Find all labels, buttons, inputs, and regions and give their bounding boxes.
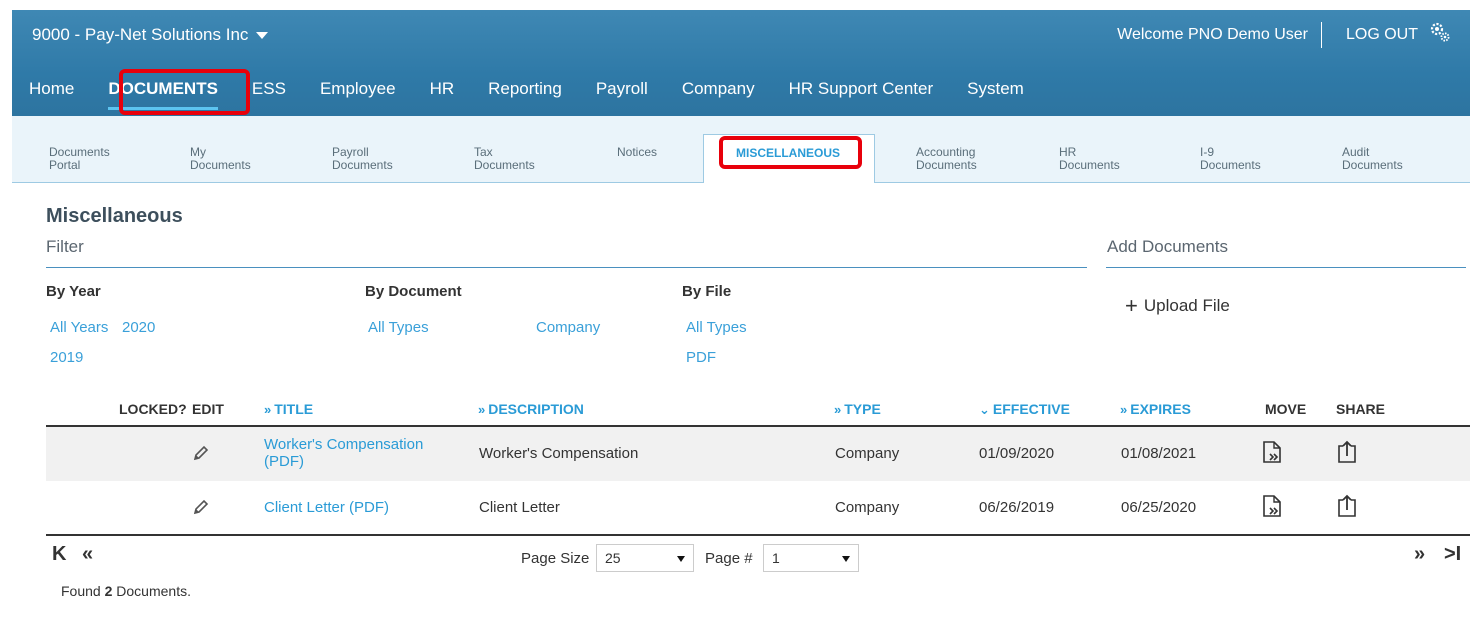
page-size-select[interactable]: 25 — [596, 544, 694, 572]
filter-file-pdf[interactable]: PDF — [686, 349, 716, 366]
table-row: Worker's Compensation (PDF) Worker's Comp… — [46, 427, 1470, 481]
row-effective: 01/09/2020 — [979, 445, 1055, 462]
dropdown-arrow-icon — [842, 556, 850, 562]
last-page-icon[interactable]: >I — [1444, 543, 1461, 566]
col-description[interactable]: » DESCRIPTION — [478, 401, 584, 417]
share-icon[interactable] — [1337, 440, 1357, 464]
top-header: 9000 - Pay-Net Solutions Inc Welcome PNO… — [12, 10, 1470, 116]
row-expires: 01/08/2021 — [1121, 445, 1197, 462]
col-locked: LOCKED? — [119, 401, 187, 417]
documents-highlight-box — [119, 69, 250, 115]
tab-hr-documents[interactable]: HR Documents — [1059, 146, 1120, 172]
nav-hr-support-center[interactable]: HR Support Center — [772, 74, 951, 110]
tab-audit-documents[interactable]: Audit Documents — [1342, 146, 1403, 172]
sort-arrow-icon: » — [264, 402, 272, 417]
move-document-icon[interactable] — [1262, 494, 1282, 518]
page-number-select[interactable]: 1 — [763, 544, 859, 572]
row-title-link[interactable]: Client Letter (PDF) — [264, 499, 389, 516]
col-title[interactable]: » TITLE — [264, 401, 313, 417]
edit-pencil-icon[interactable] — [192, 444, 210, 462]
filter-year-2020[interactable]: 2020 — [122, 319, 155, 336]
next-page-icon[interactable]: » — [1414, 543, 1425, 566]
tab-documents-portal[interactable]: Documents Portal — [49, 146, 110, 172]
sort-arrow-icon: » — [478, 402, 486, 417]
tab-my-documents[interactable]: My Documents — [190, 146, 251, 172]
sort-arrow-icon: » — [834, 402, 842, 417]
table-footer-line — [46, 534, 1470, 536]
nav-home[interactable]: Home — [12, 74, 91, 110]
nav-company[interactable]: Company — [665, 74, 772, 110]
add-documents-heading: Add Documents — [1107, 237, 1228, 256]
tab-tax-documents[interactable]: Tax Documents — [474, 146, 535, 172]
documents-subtabs: Documents Portal My Documents Payroll Docum… — [12, 116, 1470, 184]
by-file-label: By File — [682, 283, 732, 300]
found-count-text: Found 2 Documents. — [61, 583, 191, 599]
upload-file-button[interactable]: + Upload File — [1125, 293, 1230, 319]
tab-notices[interactable]: Notices — [617, 146, 657, 159]
row-description: Client Letter — [479, 499, 560, 516]
row-expires: 06/25/2020 — [1121, 499, 1197, 516]
nav-hr[interactable]: HR — [413, 74, 472, 110]
row-title-link[interactable]: Worker's Compensation (PDF) — [264, 436, 423, 470]
dropdown-arrow-icon — [677, 556, 685, 562]
sort-arrow-icon: » — [1120, 402, 1128, 417]
chevron-down-icon[interactable] — [256, 32, 269, 40]
plus-icon: + — [1125, 293, 1138, 318]
col-share: SHARE — [1336, 401, 1386, 417]
filter-heading: Filter — [46, 237, 84, 256]
row-effective: 06/26/2019 — [979, 499, 1055, 516]
tab-payroll-documents[interactable]: Payroll Documents — [332, 146, 393, 172]
col-effective[interactable]: ⌄ EFFECTIVE — [979, 401, 1070, 418]
by-year-label: By Year — [46, 283, 101, 300]
main-content: Miscellaneous Filter Add Documents By Ye… — [12, 183, 1470, 617]
col-expires[interactable]: » EXPIRES — [1120, 401, 1191, 417]
share-icon[interactable] — [1337, 494, 1357, 518]
company-selector[interactable]: 9000 - Pay-Net Solutions Inc — [32, 25, 269, 45]
company-name[interactable]: 9000 - Pay-Net Solutions Inc — [32, 25, 248, 44]
table-row: Client Letter (PDF) Client Letter Compan… — [46, 481, 1470, 535]
upload-file-label: Upload File — [1143, 296, 1230, 315]
header-divider — [1321, 22, 1322, 48]
move-document-icon[interactable] — [1262, 440, 1282, 464]
row-type: Company — [835, 445, 900, 462]
nav-reporting[interactable]: Reporting — [471, 74, 579, 110]
nav-employee[interactable]: Employee — [303, 74, 413, 110]
filter-year-all[interactable]: All Years — [50, 319, 108, 336]
col-edit: EDIT — [192, 401, 224, 417]
by-document-label: By Document — [365, 283, 462, 300]
first-page-icon[interactable]: K — [52, 543, 66, 566]
filter-doc-all-types[interactable]: All Types — [368, 319, 429, 336]
filter-year-2019[interactable]: 2019 — [50, 349, 83, 366]
nav-system[interactable]: System — [950, 74, 1041, 110]
page-number-label: Page # — [705, 550, 753, 567]
welcome-text: Welcome PNO Demo User — [1117, 26, 1308, 43]
sort-desc-icon: ⌄ — [979, 402, 990, 417]
row-description: Worker's Compensation — [479, 445, 639, 462]
filter-doc-company[interactable]: Company — [536, 319, 600, 336]
filter-divider — [46, 267, 1087, 268]
tab-accounting-documents[interactable]: Accounting Documents — [916, 146, 977, 172]
add-documents-divider — [1106, 267, 1466, 268]
page-title: Miscellaneous — [46, 205, 183, 227]
tab-i9-documents[interactable]: I-9 Documents — [1200, 146, 1261, 172]
miscellaneous-highlight-box — [719, 136, 862, 169]
logout-link[interactable]: LOG OUT — [1346, 26, 1418, 44]
nav-payroll[interactable]: Payroll — [579, 74, 665, 110]
filter-file-all-types[interactable]: All Types — [686, 319, 747, 336]
col-move: MOVE — [1265, 401, 1307, 417]
previous-page-icon[interactable]: « — [82, 543, 93, 566]
page-size-label: Page Size — [521, 550, 590, 567]
col-type[interactable]: » TYPE — [834, 401, 881, 417]
row-type: Company — [835, 499, 900, 516]
gear-icon[interactable] — [1428, 20, 1452, 44]
edit-pencil-icon[interactable] — [192, 498, 210, 516]
